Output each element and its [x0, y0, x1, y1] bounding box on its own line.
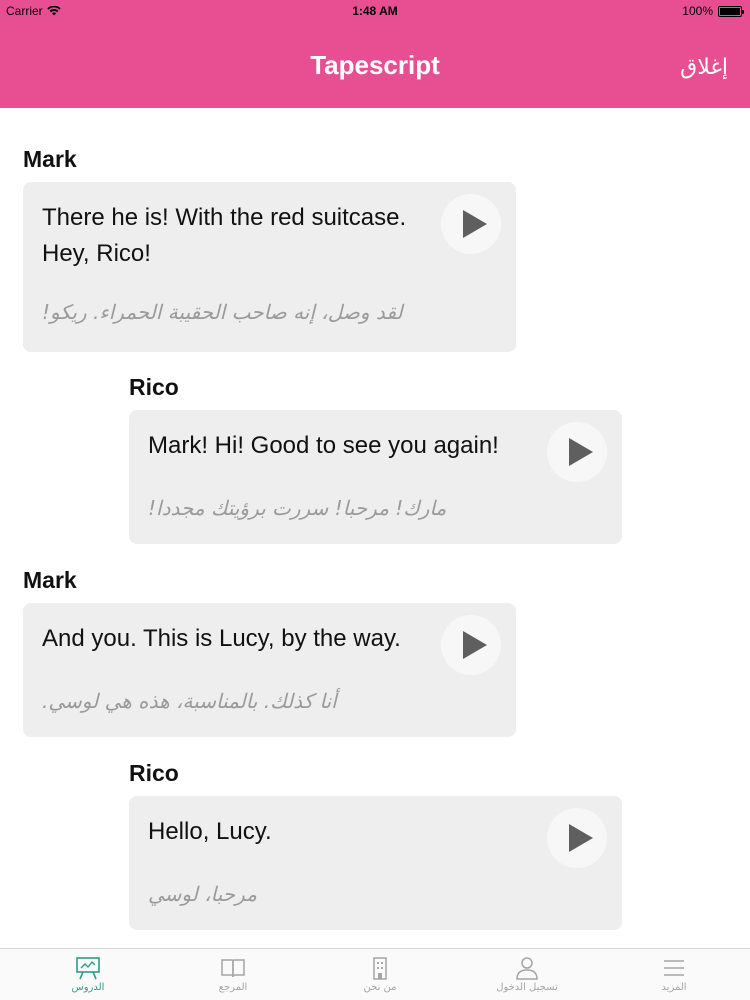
dialogue-bubble: And you. This is Lucy, by the way. أنا ك…: [23, 603, 516, 737]
battery-icon: [718, 5, 744, 17]
tab-label: الدروس: [71, 982, 105, 993]
tab-reference[interactable]: المرجع: [158, 949, 308, 1000]
speaker-name: Rico: [129, 374, 179, 400]
status-time: 1:48 AM: [352, 4, 398, 18]
dialogue-bubble: Hello, Lucy. مرحبا، لوسي: [129, 796, 622, 930]
speaker-name: Mark: [23, 567, 77, 593]
book-icon: [221, 959, 245, 978]
top-bar: Carrier 1:48 AM 100% Tapescript إغلاق: [0, 0, 750, 108]
status-bar: Carrier 1:48 AM 100%: [0, 0, 750, 22]
english-line: There he is! With the red suitcase.: [42, 204, 407, 231]
tab-about[interactable]: من نحن: [305, 949, 455, 1000]
menu-icon: [664, 960, 684, 976]
english-line: And you. This is Lucy, by the way.: [42, 625, 401, 652]
battery-percent: 100%: [682, 4, 713, 18]
tab-lessons[interactable]: الدروس: [13, 949, 163, 1000]
speaker-name: Mark: [23, 146, 77, 172]
tab-label: المزيد: [661, 982, 687, 993]
english-line: Hey, Rico!: [42, 240, 151, 267]
close-button[interactable]: إغلاق: [680, 54, 728, 80]
tab-bar: الدروس المرجع من نحن تسجيل الدخول المزيد: [0, 948, 750, 1000]
play-audio-button[interactable]: [547, 808, 607, 868]
speaker-name: Rico: [129, 760, 179, 786]
play-audio-button[interactable]: [441, 194, 501, 254]
arabic-translation: مرحبا، لوسي: [148, 882, 257, 906]
tab-label: المرجع: [218, 982, 248, 993]
tab-label: تسجيل الدخول: [496, 982, 558, 993]
building-icon: [373, 957, 387, 980]
arabic-translation: لقد وصل، إنه صاحب الحقيبة الحمراء. ريكو!: [42, 300, 403, 324]
play-audio-button[interactable]: [547, 422, 607, 482]
dialogue-bubble: Mark! Hi! Good to see you again! مارك! م…: [129, 410, 622, 544]
tab-login[interactable]: تسجيل الدخول: [452, 949, 602, 1000]
play-audio-button[interactable]: [441, 615, 501, 675]
english-line: Mark! Hi! Good to see you again!: [148, 432, 499, 459]
page-title: Tapescript: [310, 50, 440, 80]
tab-more[interactable]: المزيد: [599, 949, 749, 1000]
tab-label: من نحن: [363, 982, 397, 993]
english-line: Hello, Lucy.: [148, 818, 272, 845]
lessons-board-icon: [76, 957, 100, 980]
user-icon: [516, 957, 538, 980]
arabic-translation: أنا كذلك. بالمناسبة، هذه هي لوسي.: [42, 689, 337, 713]
dialogue-bubble: There he is! With the red suitcase. Hey,…: [23, 182, 516, 352]
arabic-translation: مارك! مرحبا! سررت برؤيتك مجددا!: [148, 496, 447, 520]
